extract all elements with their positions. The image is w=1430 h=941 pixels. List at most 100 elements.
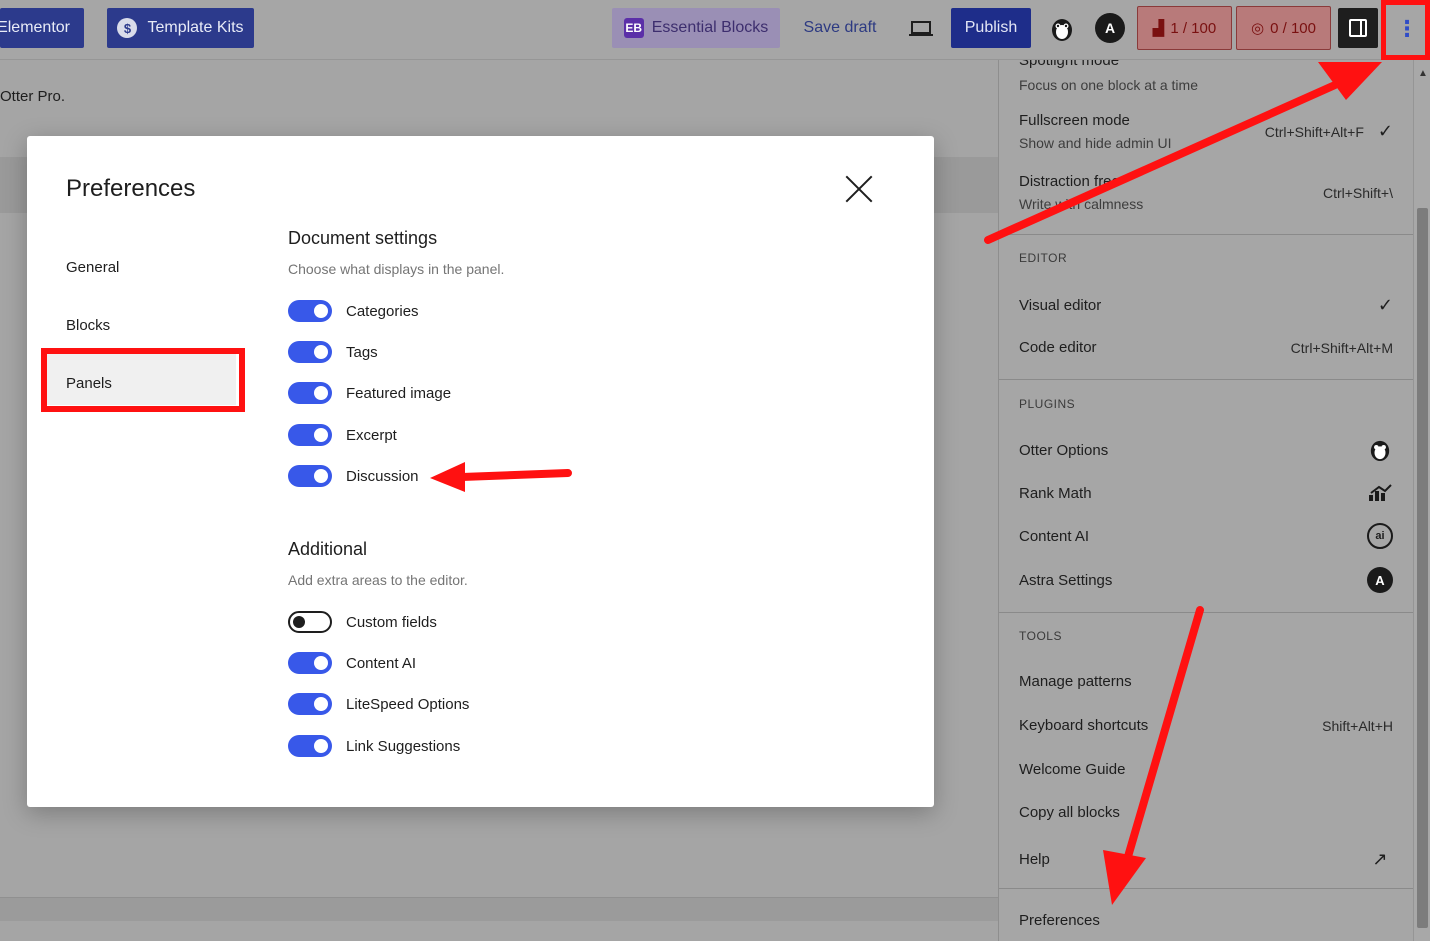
menu-help[interactable]: Help ↗	[1019, 846, 1393, 872]
option-label: Discussion	[346, 467, 419, 485]
toggle-switch[interactable]	[288, 465, 332, 487]
publish-button[interactable]: Publish	[951, 8, 1031, 48]
template-kits-label: Template Kits	[147, 19, 244, 36]
toggle-switch[interactable]	[288, 300, 332, 322]
menu-astra-settings[interactable]: Astra Settings A	[1019, 567, 1393, 593]
menu-preferences[interactable]: Preferences	[1019, 912, 1393, 929]
scrollbar-thumb[interactable]	[1417, 208, 1428, 928]
fullscreen-shortcut: Ctrl+Shift+Alt+F	[1264, 123, 1364, 140]
editor-toolbar: Elementor $ Template Kits EB Essential B…	[0, 0, 1430, 60]
rank-math-icon	[1367, 480, 1393, 506]
nav-general[interactable]: General	[66, 259, 119, 276]
elementor-label: Elementor	[0, 19, 70, 36]
elementor-button[interactable]: Elementor	[0, 8, 84, 48]
essential-blocks-icon: EB	[623, 18, 644, 38]
menu-copy-all-blocks[interactable]: Copy all blocks	[1019, 804, 1393, 821]
editor-content-text: Otter Pro.	[0, 88, 66, 105]
option-label: Excerpt	[346, 426, 397, 444]
nav-blocks[interactable]: Blocks	[66, 317, 110, 334]
laptop-icon	[909, 21, 933, 36]
toggle-switch[interactable]	[288, 693, 332, 715]
menu-section-editor: EDITOR	[1019, 251, 1068, 265]
preferences-label: Preferences	[1019, 912, 1100, 929]
menu-divider	[999, 379, 1413, 380]
menu-spotlight-mode[interactable]: Spotlight mode Focus on one block at a t…	[1019, 60, 1393, 93]
help-label: Help	[1019, 850, 1050, 868]
close-icon[interactable]	[840, 170, 878, 208]
check-icon: ✓	[1377, 295, 1393, 315]
option-litespeed-options[interactable]: LiteSpeed Options	[288, 693, 469, 715]
menu-divider	[999, 888, 1413, 889]
distraction-sub: Write with calmness	[1019, 196, 1144, 212]
save-draft-button[interactable]: Save draft	[795, 8, 885, 48]
menu-manage-patterns[interactable]: Manage patterns	[1019, 673, 1393, 690]
panels-highlight-box	[41, 348, 245, 412]
option-custom-fields[interactable]: Custom fields	[288, 611, 437, 633]
option-label: Categories	[346, 302, 419, 320]
option-content-ai[interactable]: Content AI	[288, 652, 416, 674]
option-tags[interactable]: Tags	[288, 341, 378, 363]
toggle-switch[interactable]	[288, 611, 332, 633]
additional-title: Additional	[288, 539, 368, 559]
menu-section-tools: TOOLS	[1019, 629, 1062, 643]
preview-button[interactable]	[903, 12, 939, 46]
astra-icon[interactable]: A	[1095, 13, 1125, 43]
menu-content-ai[interactable]: Content AI ai	[1019, 523, 1393, 549]
astra-icon: A	[1367, 567, 1393, 593]
toggle-switch[interactable]	[288, 735, 332, 757]
menu-welcome-guide[interactable]: Welcome Guide	[1019, 761, 1393, 778]
otter-icon	[1367, 437, 1393, 463]
otter-options-label: Otter Options	[1019, 441, 1109, 459]
fullscreen-sub: Show and hide admin UI	[1019, 135, 1172, 151]
option-featured-image[interactable]: Featured image	[288, 382, 451, 404]
template-kits-button[interactable]: $ Template Kits	[107, 8, 254, 48]
rank-math-score: 1 / 100	[1170, 19, 1217, 37]
option-label: Content AI	[346, 654, 417, 672]
publish-label: Publish	[964, 19, 1018, 36]
template-kits-icon: $	[117, 18, 138, 38]
option-label: Tags	[346, 343, 378, 361]
menu-otter-options[interactable]: Otter Options	[1019, 437, 1393, 463]
rank-math-score-button[interactable]: ▟ 1 / 100	[1137, 6, 1232, 50]
settings-sidebar-toggle[interactable]	[1338, 8, 1378, 48]
otter-icon[interactable]	[1046, 12, 1078, 46]
essential-blocks-label: Essential Blocks	[651, 19, 769, 36]
content-ai-label: Content AI	[1019, 527, 1090, 545]
distraction-shortcut: Ctrl+Shift+\	[1322, 184, 1393, 201]
option-discussion[interactable]: Discussion	[288, 465, 419, 487]
menu-scrollbar[interactable]: ▲	[1413, 60, 1430, 941]
menu-code-editor[interactable]: Code editor Ctrl+Shift+Alt+M	[1019, 339, 1393, 356]
menu-visual-editor[interactable]: Visual editor ✓	[1019, 295, 1393, 316]
rank-math-icon: ▟	[1152, 20, 1165, 37]
option-excerpt[interactable]: Excerpt	[288, 424, 397, 446]
editor-footer-band	[0, 897, 998, 921]
toggle-switch[interactable]	[288, 652, 332, 674]
option-categories[interactable]: Categories	[288, 300, 419, 322]
essential-blocks-button[interactable]: EB Essential Blocks	[612, 8, 780, 48]
save-draft-label: Save draft	[803, 19, 877, 36]
menu-section-plugins: PLUGINS	[1019, 397, 1076, 411]
menu-fullscreen-mode[interactable]: Fullscreen mode Show and hide admin UI C…	[1019, 112, 1393, 151]
toggle-switch[interactable]	[288, 382, 332, 404]
preferences-modal: Preferences General Blocks Panels Docume…	[27, 136, 934, 807]
welcome-guide-label: Welcome Guide	[1019, 761, 1126, 778]
option-label: LiteSpeed Options	[346, 695, 470, 713]
toggle-switch[interactable]	[288, 341, 332, 363]
options-button-highlight	[1381, 0, 1430, 60]
copy-all-blocks-label: Copy all blocks	[1019, 804, 1120, 821]
additional-desc: Add extra areas to the editor.	[288, 572, 468, 588]
document-settings-title: Document settings	[288, 228, 438, 248]
option-link-suggestions[interactable]: Link Suggestions	[288, 735, 460, 757]
code-editor-label: Code editor	[1019, 339, 1097, 356]
content-ai-icon: ◎	[1251, 20, 1265, 37]
menu-rank-math[interactable]: Rank Math	[1019, 480, 1393, 506]
keyboard-shortcuts-label: Keyboard shortcuts	[1019, 717, 1149, 734]
content-ai-score-button[interactable]: ◎ 0 / 100	[1236, 6, 1331, 50]
external-link-icon: ↗	[1372, 848, 1388, 869]
menu-keyboard-shortcuts[interactable]: Keyboard shortcuts Shift+Alt+H	[1019, 717, 1393, 734]
visual-editor-label: Visual editor	[1019, 297, 1102, 314]
toggle-switch[interactable]	[288, 424, 332, 446]
scroll-up-icon[interactable]: ▲	[1418, 68, 1428, 79]
manage-patterns-label: Manage patterns	[1019, 673, 1132, 690]
menu-distraction-free[interactable]: Distraction free Write with calmness Ctr…	[1019, 173, 1393, 212]
